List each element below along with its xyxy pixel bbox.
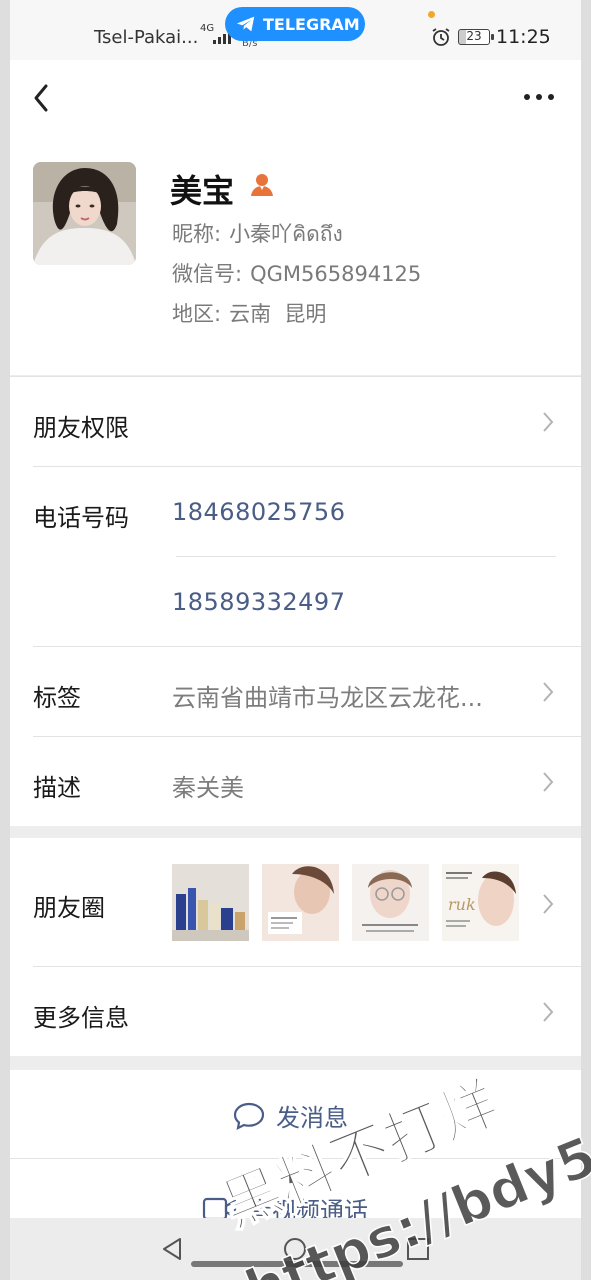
moments-thumbnails: ruk	[172, 864, 519, 941]
moments-label: 朋友圈	[33, 894, 105, 922]
navigation-bar	[10, 60, 581, 140]
region-value: 云南 昆明	[229, 302, 327, 326]
description-label: 描述	[33, 774, 81, 802]
nav-recents-icon[interactable]	[405, 1236, 431, 1262]
phone-row: 电话号码 18468025756 18589332497	[10, 466, 581, 646]
telegram-icon	[236, 16, 255, 32]
chevron-right-icon	[543, 682, 554, 702]
tags-label: 标签	[33, 684, 81, 712]
video-call-button[interactable]: 音视频通话	[10, 1159, 581, 1225]
chat-bubble-icon	[233, 1102, 265, 1130]
region-label: 地区:	[172, 302, 222, 326]
avatar[interactable]	[33, 162, 136, 265]
wechat-id-value: QGM565894125	[250, 262, 422, 286]
send-message-label: 发消息	[276, 1104, 348, 1132]
nav-home-icon[interactable]	[282, 1236, 308, 1262]
chevron-right-icon	[543, 894, 554, 914]
chevron-right-icon	[543, 412, 554, 432]
person-icon	[251, 174, 273, 196]
description-value: 秦关美	[172, 774, 244, 802]
home-indicator	[191, 1261, 403, 1267]
moments-card: 朋友圈 ruk 更多信息	[10, 838, 581, 1056]
system-navigation-bar	[10, 1218, 581, 1280]
battery-indicator: 23	[458, 29, 494, 45]
nav-back-icon[interactable]	[160, 1236, 186, 1262]
nickname-value: 小秦吖คิดถึง	[229, 222, 343, 246]
phone-label: 电话号码	[33, 504, 129, 532]
privacy-indicator-dot	[428, 11, 435, 18]
phone-number-1[interactable]: 18468025756	[172, 498, 345, 526]
tags-value: 云南省曲靖市马龙区云龙花...	[172, 684, 483, 712]
alarm-icon	[432, 28, 450, 46]
send-message-button[interactable]: 发消息	[10, 1070, 581, 1158]
status-bar: Tsel-Pakai... 4G B/s TELEGRAM 23 11:25	[10, 0, 581, 60]
more-info-row[interactable]: 更多信息	[10, 966, 581, 1056]
chevron-right-icon	[543, 1002, 554, 1022]
moment-thumbnail: ruk	[442, 864, 519, 941]
svg-text:ruk: ruk	[448, 895, 476, 914]
phone-number-2[interactable]: 18589332497	[172, 588, 345, 616]
divider	[176, 556, 556, 557]
contact-info-card: 朋友权限 电话号码 18468025756 18589332497 标签 云南省…	[10, 376, 581, 826]
carrier-name: Tsel-Pakai...	[94, 27, 199, 48]
contact-name: 美宝	[170, 172, 235, 210]
back-icon[interactable]	[30, 80, 54, 116]
wechat-id-line: 微信号: QGM565894125	[172, 258, 421, 288]
profile-header: 美宝 昵称: 小秦吖คิดถึง 微信号: QGM565894125 地区: 云南 昆…	[10, 140, 581, 375]
moments-row[interactable]: 朋友圈 ruk	[10, 838, 581, 966]
status-time: 11:25	[496, 26, 551, 48]
nickname-line: 昵称: 小秦吖คิดถึง	[172, 218, 343, 251]
nickname-label: 昵称:	[172, 222, 222, 246]
more-icon[interactable]	[522, 84, 556, 108]
friend-permissions-label: 朋友权限	[33, 414, 129, 442]
moment-thumbnail	[262, 864, 339, 941]
tags-row[interactable]: 标签 云南省曲靖市马龙区云龙花...	[10, 646, 581, 736]
telegram-notification-pill[interactable]: TELEGRAM	[225, 7, 365, 41]
region-line: 地区: 云南 昆明	[172, 298, 326, 328]
wechat-contact-screen: Tsel-Pakai... 4G B/s TELEGRAM 23 11:25 美…	[10, 0, 581, 1280]
more-info-label: 更多信息	[33, 1004, 129, 1032]
moment-thumbnail	[172, 864, 249, 941]
network-type: 4G	[200, 23, 215, 34]
moment-thumbnail	[352, 864, 429, 941]
wechat-id-label: 微信号:	[172, 262, 243, 286]
telegram-pill-label: TELEGRAM	[263, 14, 360, 34]
chevron-right-icon	[543, 772, 554, 792]
description-row[interactable]: 描述 秦关美	[10, 736, 581, 826]
friend-permissions-row[interactable]: 朋友权限	[10, 376, 581, 466]
